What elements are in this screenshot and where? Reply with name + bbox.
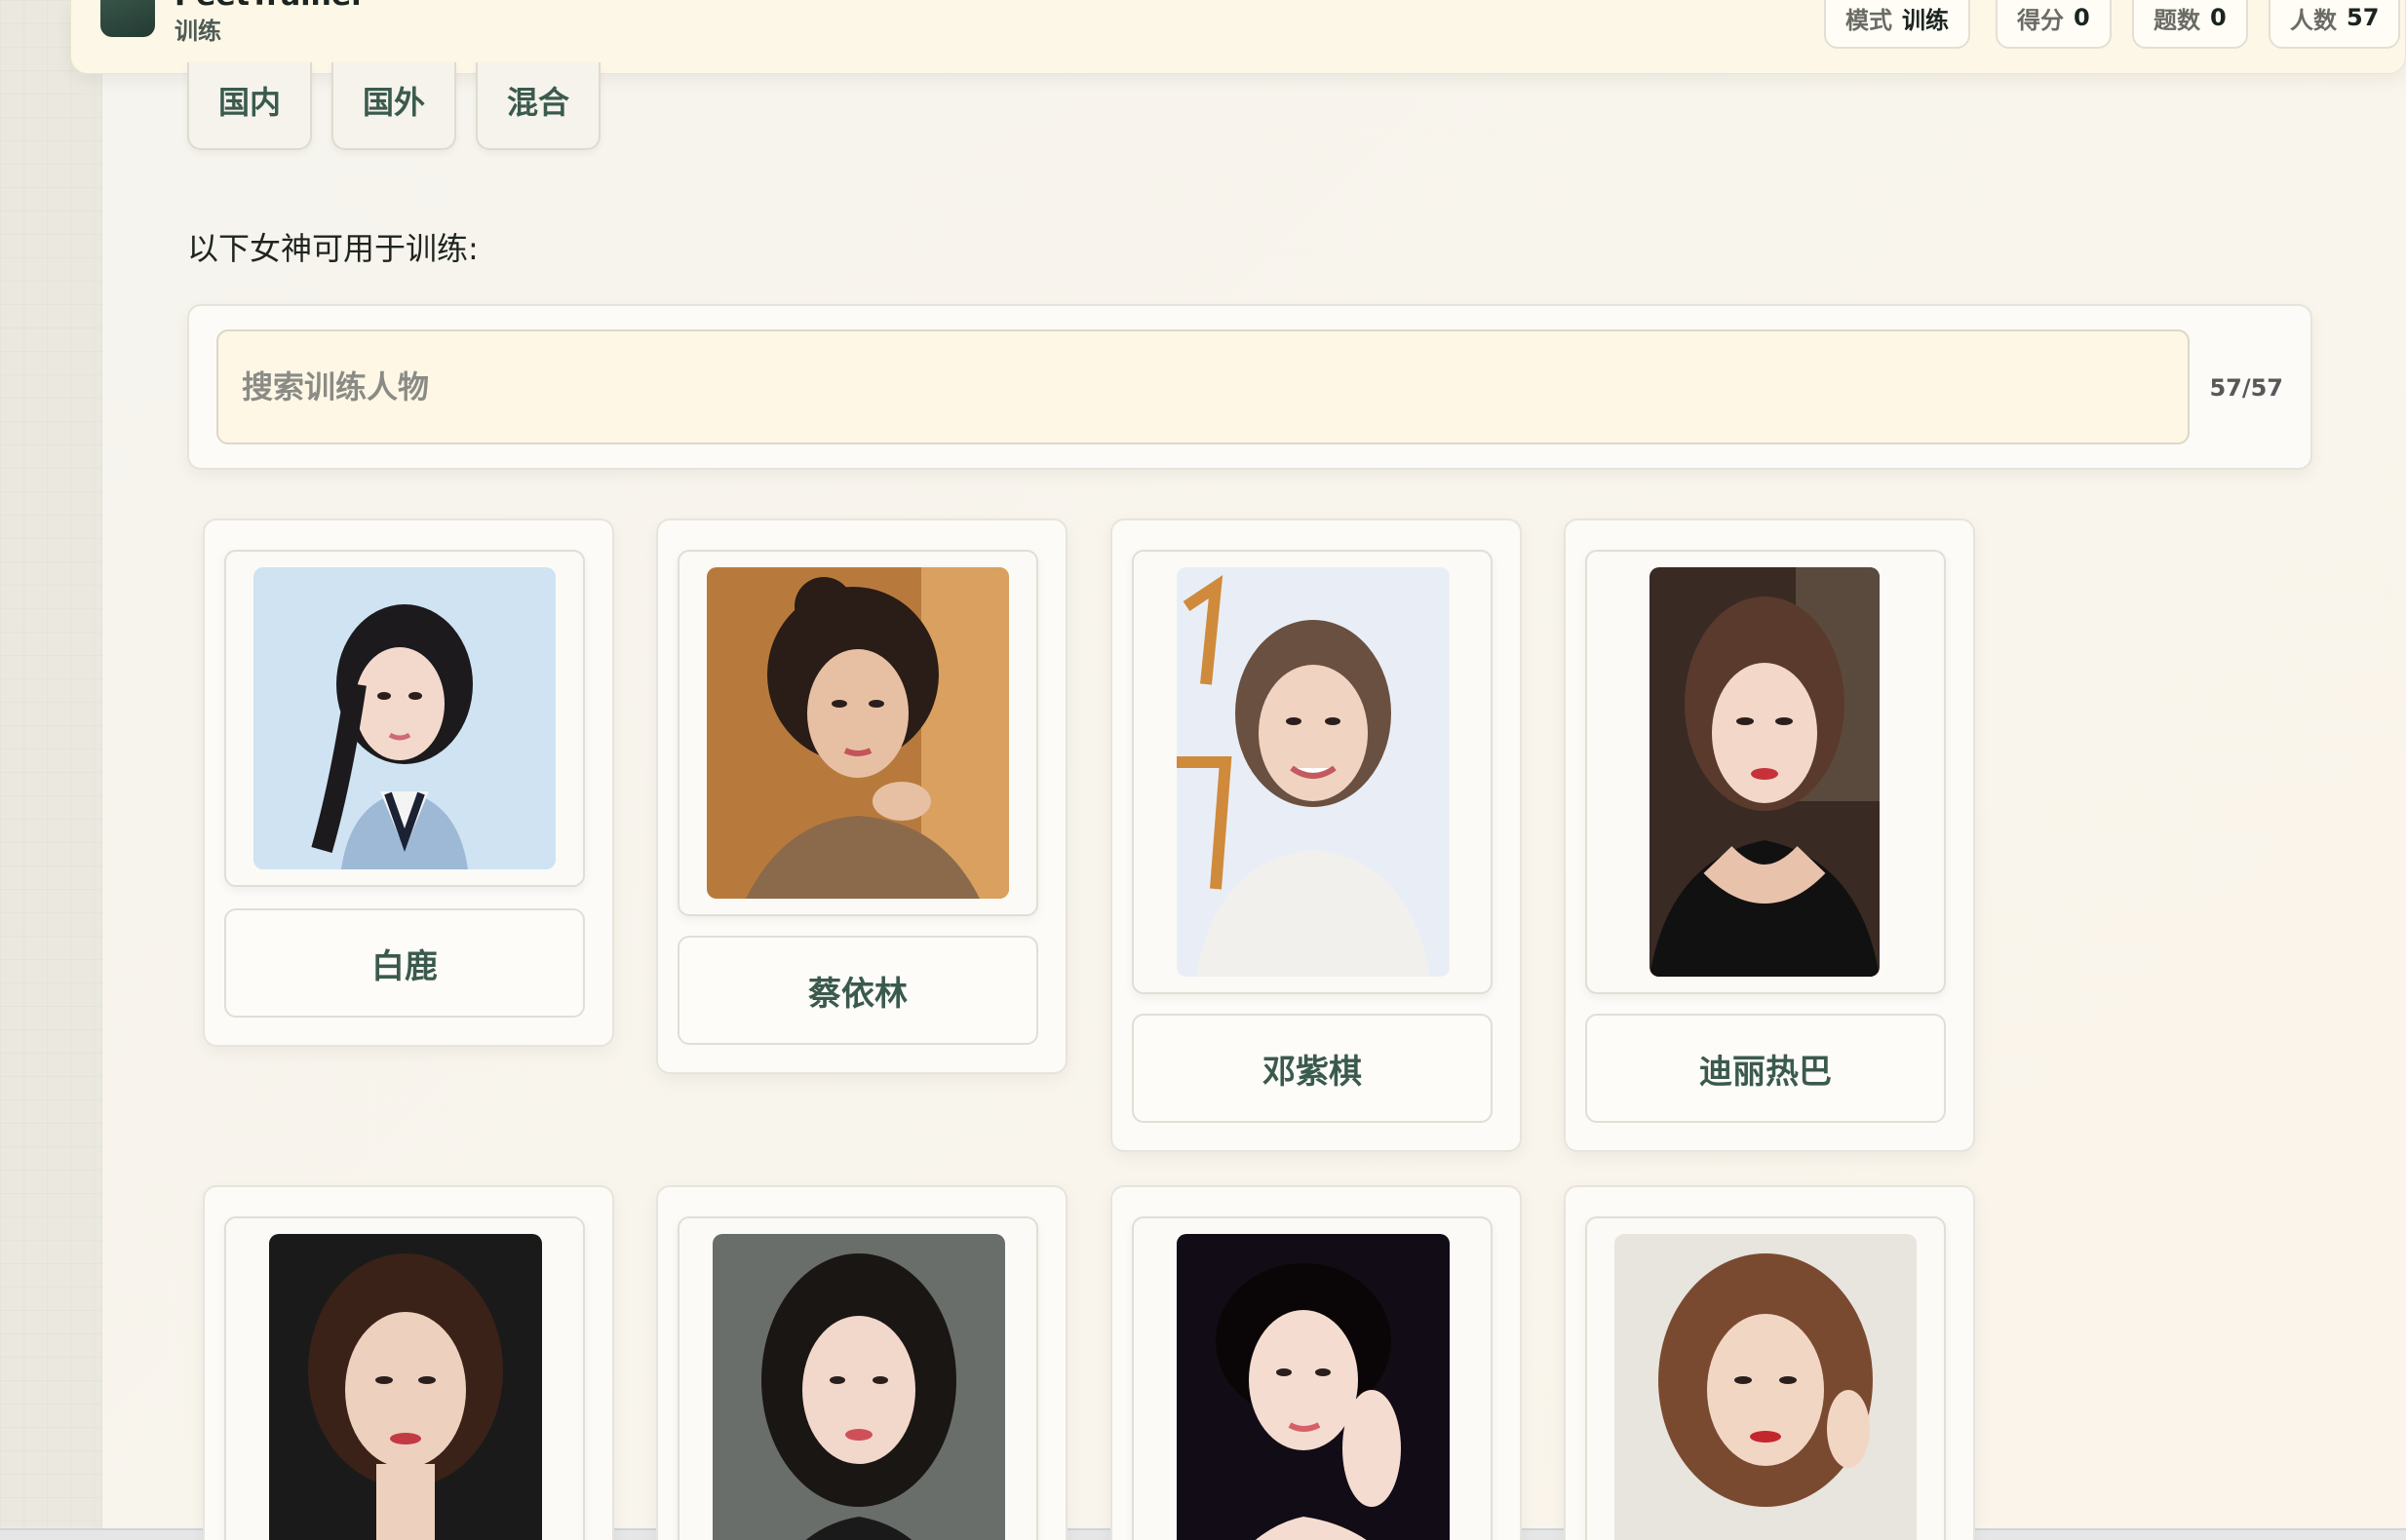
person-card (1564, 1185, 1975, 1540)
search-panel: 57/57 (187, 304, 2312, 470)
stat-value: 57 (2347, 4, 2380, 31)
photo-frame (678, 1216, 1038, 1540)
person-photo (1614, 1234, 1917, 1540)
brand-logo-icon (100, 0, 155, 37)
search-input[interactable] (216, 329, 2190, 444)
tab-foreign[interactable]: 国外 (331, 62, 456, 150)
stat-questions: 题数 0 (2132, 0, 2248, 49)
search-result-count: 57/57 (2209, 374, 2283, 402)
photo-frame (224, 550, 585, 887)
tab-domestic[interactable]: 国内 (187, 62, 312, 150)
brand-subtitle: 训练 (175, 18, 221, 45)
photo-frame (224, 1216, 585, 1540)
person-name-button[interactable]: 蔡依林 (678, 936, 1038, 1045)
person-photo (269, 1234, 542, 1540)
person-card: 邓紫棋 (1110, 519, 1522, 1152)
person-card: 白鹿 (203, 519, 614, 1047)
section-label: 以下女神可用于训练: (187, 230, 479, 267)
stat-mode: 模式 训练 (1824, 0, 1970, 49)
tab-mixed[interactable]: 混合 (476, 62, 601, 150)
person-name-button[interactable]: 白鹿 (224, 908, 585, 1018)
photo-frame (1585, 550, 1946, 994)
background-left (0, 0, 101, 1540)
person-photo (707, 567, 1009, 899)
stat-label: 题数 (2154, 6, 2200, 34)
person-photo (713, 1234, 1005, 1540)
person-card (203, 1185, 614, 1540)
stat-label: 得分 (2017, 6, 2064, 34)
stat-value: 0 (2210, 4, 2227, 31)
photo-frame (1585, 1216, 1946, 1540)
person-card (656, 1185, 1067, 1540)
person-card: 迪丽热巴 (1564, 519, 1975, 1152)
person-photo (1177, 567, 1450, 977)
stat-value: 0 (2074, 4, 2090, 31)
photo-frame (1132, 1216, 1493, 1540)
person-card: 蔡依林 (656, 519, 1067, 1074)
person-photo (1177, 1234, 1450, 1540)
person-photo (1649, 567, 1880, 977)
person-name-button[interactable]: 迪丽热巴 (1585, 1014, 1946, 1123)
photo-frame (1132, 550, 1493, 994)
stat-label: 人数 (2290, 6, 2337, 34)
person-photo (253, 567, 556, 869)
stat-value: 训练 (1902, 6, 1949, 34)
person-card (1110, 1185, 1522, 1540)
stat-score: 得分 0 (1996, 0, 2112, 49)
photo-frame (678, 550, 1038, 916)
stat-label: 模式 (1845, 6, 1892, 34)
person-name-button[interactable]: 邓紫棋 (1132, 1014, 1493, 1123)
stat-people: 人数 57 (2269, 0, 2401, 49)
